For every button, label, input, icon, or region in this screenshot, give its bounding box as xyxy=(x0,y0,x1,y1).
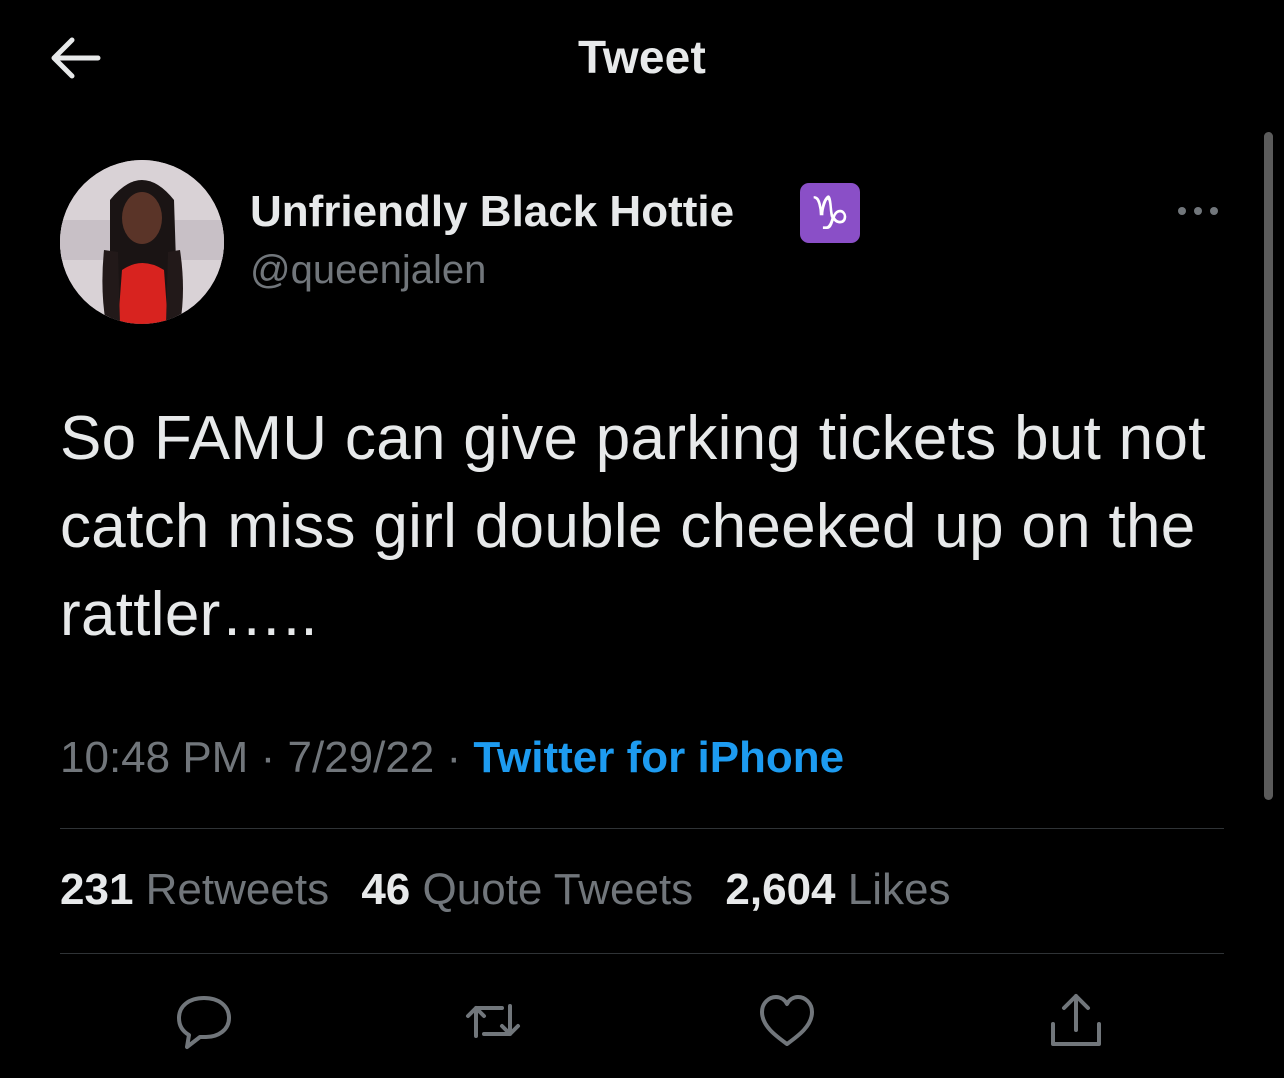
like-icon xyxy=(760,995,814,1046)
reply-icon xyxy=(177,996,231,1049)
scrollbar[interactable] xyxy=(1264,132,1273,800)
author-handle[interactable]: @queenjalen xyxy=(250,248,486,293)
tweet-metadata: 10:48 PM · 7/29/22 · Twitter for iPhone xyxy=(60,733,844,783)
tweet-stats: 231 Retweets 46 Quote Tweets 2,604 Likes xyxy=(60,865,970,915)
divider xyxy=(60,953,1224,954)
divider xyxy=(60,828,1224,829)
likes-label: Likes xyxy=(847,865,951,914)
tweet-time: 10:48 PM xyxy=(60,733,249,782)
likes-count: 2,604 xyxy=(725,865,836,914)
more-icon xyxy=(1178,207,1218,215)
likes-stat[interactable]: 2,604 Likes xyxy=(725,865,950,914)
capricorn-emoji: ♑ xyxy=(800,183,860,243)
share-icon xyxy=(1051,994,1101,1046)
tweet-date: 7/29/22 xyxy=(287,733,435,782)
profile-photo xyxy=(60,160,224,324)
retweet-icon xyxy=(466,1004,520,1038)
quote-tweets-label: Quote Tweets xyxy=(422,865,694,914)
reply-button[interactable] xyxy=(173,990,235,1052)
retweet-button[interactable] xyxy=(462,990,524,1052)
avatar[interactable] xyxy=(60,160,224,324)
separator: · xyxy=(446,733,462,782)
separator: · xyxy=(260,733,276,782)
author-name[interactable]: Unfriendly Black Hottie xyxy=(250,187,734,237)
more-options-button[interactable] xyxy=(1172,196,1224,226)
quote-tweets-count: 46 xyxy=(361,865,411,914)
tweet-text: So FAMU can give parking tickets but not… xyxy=(60,404,1206,649)
share-button[interactable] xyxy=(1045,990,1107,1052)
like-button[interactable] xyxy=(756,990,818,1052)
retweets-label: Retweets xyxy=(145,865,330,914)
top-bar: Tweet xyxy=(0,0,1284,120)
retweets-stat[interactable]: 231 Retweets xyxy=(60,865,329,914)
page-title: Tweet xyxy=(578,31,706,83)
quote-tweets-stat[interactable]: 46 Quote Tweets xyxy=(361,865,693,914)
tweet-source-link[interactable]: Twitter for iPhone xyxy=(473,733,844,782)
retweets-count: 231 xyxy=(60,865,134,914)
